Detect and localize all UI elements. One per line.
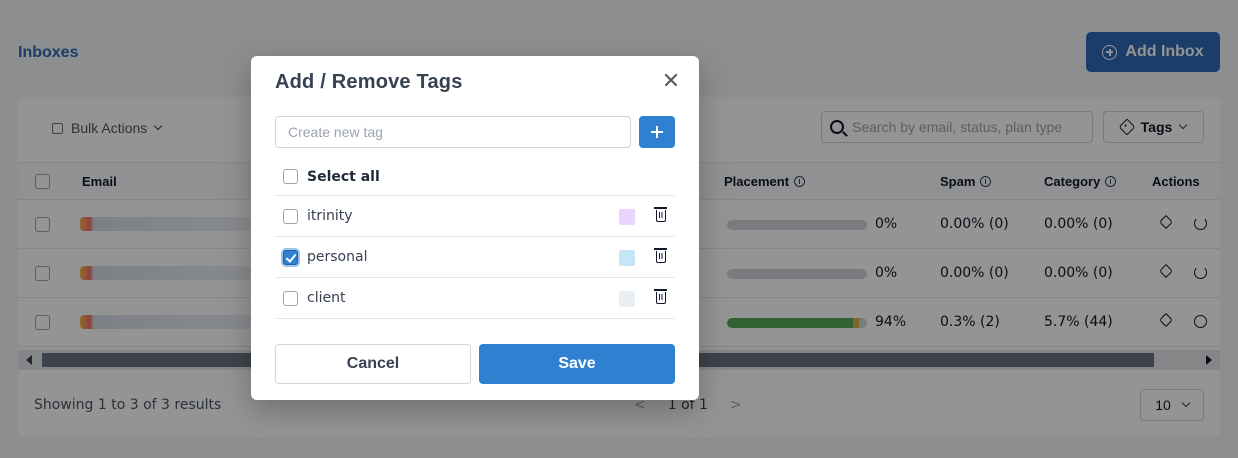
tag-checkbox[interactable] [283,291,298,306]
save-button[interactable]: Save [479,344,675,384]
tag-row-client[interactable]: client [275,278,675,319]
tag-row-personal[interactable]: personal [275,237,675,278]
cancel-button[interactable]: Cancel [275,344,471,384]
close-icon[interactable] [661,70,681,90]
add-tag-button[interactable] [639,116,675,148]
tag-row-itrinity[interactable]: itrinity [275,196,675,237]
tag-name: client [307,290,346,306]
tag-checkbox[interactable] [283,250,298,265]
select-all-row[interactable]: Select all [275,159,675,196]
tag-color-swatch[interactable] [619,250,635,266]
tag-checkbox[interactable] [283,209,298,224]
tag-color-swatch[interactable] [619,209,635,225]
trash-icon[interactable] [654,207,667,222]
trash-icon[interactable] [654,289,667,304]
new-tag-input[interactable] [275,116,631,148]
select-all-label: Select all [307,169,380,185]
select-all-checkbox[interactable] [283,169,298,184]
tag-name: personal [307,249,368,265]
tags-modal: Add / Remove Tags Select all itrinity pe… [251,56,699,400]
tag-name: itrinity [307,208,353,224]
tag-color-swatch[interactable] [619,291,635,307]
trash-icon[interactable] [654,248,667,263]
modal-title: Add / Remove Tags [275,71,463,93]
